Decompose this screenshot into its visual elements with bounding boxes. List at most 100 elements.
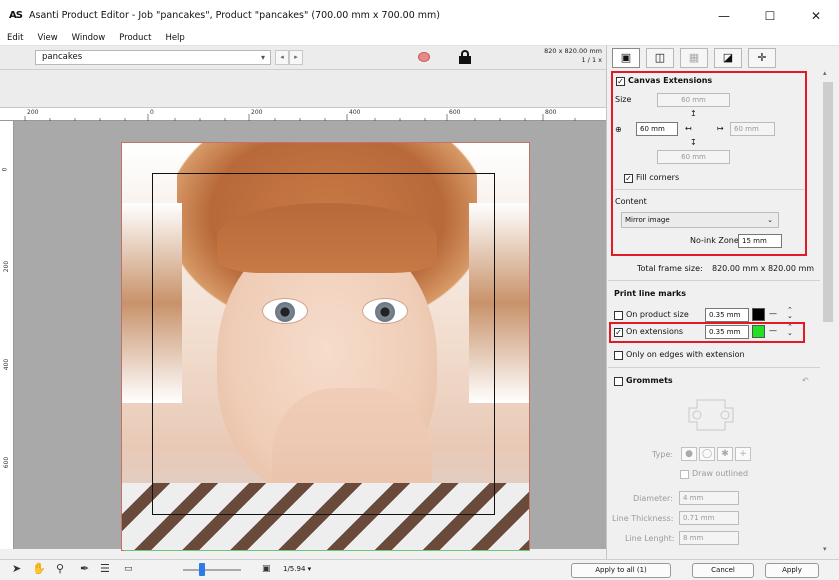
window-title: Asanti Product Editor - Job "pancakes", …: [29, 10, 441, 21]
no-ink-zone-label: No-ink Zone: [690, 236, 739, 245]
menu-window[interactable]: Window: [65, 33, 113, 43]
diameter-field[interactable]: 4 mm: [679, 491, 739, 505]
ruler-ticks: [24, 114, 576, 122]
menu-edit[interactable]: Edit: [0, 33, 30, 43]
vertical-ruler: 0 200 400 600: [0, 121, 14, 549]
scroll-down-icon[interactable]: ▾: [823, 545, 827, 553]
panel-scroll-thumb[interactable]: [823, 82, 833, 322]
reset-icon[interactable]: ↶: [802, 376, 809, 385]
arrow-up-icon: ↥: [690, 109, 697, 118]
hand-icon[interactable]: ✋: [32, 562, 46, 575]
tab-grid-icon[interactable]: ▦: [680, 48, 708, 68]
apply-button[interactable]: Apply: [765, 563, 819, 578]
fill-corners-label: Fill corners: [636, 173, 680, 182]
grommets-checkbox[interactable]: [614, 377, 623, 386]
divider: [608, 280, 820, 281]
total-frame-label: Total frame size:: [637, 264, 703, 273]
no-ink-zone-field[interactable]: 15 mm: [738, 234, 782, 248]
sliders-icon[interactable]: ☰: [100, 562, 110, 575]
cancel-button[interactable]: Cancel: [692, 563, 754, 578]
line-thickness-field[interactable]: 0.71 mm: [679, 511, 739, 525]
divider: [614, 189, 804, 190]
zoom-value[interactable]: 1/5.94 ▾: [283, 565, 311, 573]
tab-color-icon[interactable]: ◪: [714, 48, 742, 68]
extension-right-field[interactable]: 60 mm: [730, 122, 775, 136]
fill-corners-checkbox[interactable]: ✓: [624, 174, 633, 183]
extension-left-field[interactable]: 60 mm: [636, 122, 678, 136]
on-extensions-checkbox[interactable]: ✓: [614, 328, 623, 337]
scroll-up-icon[interactable]: ▴: [823, 69, 827, 77]
menu-help[interactable]: Help: [158, 33, 191, 43]
extension-top-field[interactable]: 60 mm: [657, 93, 730, 107]
chevron-down-icon: ▾: [260, 53, 265, 62]
job-select-value: pancakes: [42, 52, 83, 62]
arrow-right-icon: ↦: [717, 124, 724, 133]
small-image-icon[interactable]: ▭: [124, 564, 133, 574]
grommet-type-filled-circle-icon[interactable]: ●: [681, 447, 697, 461]
on-extensions-thickness[interactable]: 0.35 mm: [705, 325, 749, 339]
previous-button[interactable]: ◂: [275, 50, 289, 65]
canvas-extensions-checkbox[interactable]: ✓: [616, 77, 625, 86]
title-bar: AS Asanti Product Editor - Job "pancakes…: [0, 0, 839, 31]
grommet-type-ring-icon[interactable]: ◯: [699, 447, 715, 461]
close-button[interactable]: ✕: [793, 0, 839, 31]
pointer-icon[interactable]: ➤: [12, 562, 21, 575]
grommet-type-dot-icon[interactable]: ✱: [717, 447, 733, 461]
content-select[interactable]: Mirror image ⌄: [621, 212, 779, 228]
horizontal-ruler: 200 0 200 400 600 800: [0, 107, 606, 122]
draw-outlined-checkbox[interactable]: [680, 470, 689, 479]
zoom-icon[interactable]: ⚲: [56, 562, 64, 575]
grommets-label: Grommets: [626, 376, 673, 385]
on-product-size-label: On product size: [626, 310, 689, 319]
eyedropper-icon[interactable]: ✒: [80, 562, 89, 575]
next-button[interactable]: ▸: [289, 50, 303, 65]
type-label: Type:: [652, 450, 674, 459]
print-line-marks-label: Print line marks: [614, 289, 687, 298]
draw-outlined-label: Draw outlined: [692, 469, 749, 478]
grommet-type-plus-icon[interactable]: +: [735, 447, 751, 461]
line-length-label: Line Lenght:: [625, 534, 675, 543]
menu-bar: Edit View Window Product Help: [0, 31, 839, 46]
size-label: Size: [615, 95, 632, 104]
content-select-value: Mirror image: [625, 216, 670, 224]
link-all-icon[interactable]: ⊕: [615, 125, 622, 134]
on-extensions-label: On extensions: [626, 327, 684, 336]
tab-crosshair-icon[interactable]: ✛: [748, 48, 776, 68]
extension-bottom-field[interactable]: 60 mm: [657, 150, 730, 164]
only-edges-label: Only on edges with extension: [626, 350, 745, 359]
lock-icon[interactable]: [459, 50, 471, 64]
app-logo-icon: AS: [9, 10, 23, 21]
minimize-button[interactable]: —: [701, 0, 747, 31]
extension-line-mark: [124, 550, 530, 551]
arrow-down-icon: ↧: [690, 138, 697, 147]
extensions-color-swatch[interactable]: [752, 325, 765, 338]
line-style-icon[interactable]: —: [769, 309, 777, 318]
zoom-slider[interactable]: [183, 569, 241, 571]
canvas-extensions-label: Canvas Extensions: [628, 76, 713, 85]
on-product-size-checkbox[interactable]: [614, 311, 623, 320]
canvas-margin: [0, 70, 606, 107]
apply-to-all-button[interactable]: Apply to all (1): [571, 563, 671, 578]
record-icon[interactable]: [418, 52, 430, 62]
menu-product[interactable]: Product: [112, 33, 158, 43]
only-edges-checkbox[interactable]: [614, 351, 623, 360]
content-label: Content: [615, 197, 647, 206]
large-image-icon[interactable]: ▣: [262, 564, 271, 574]
line-length-field[interactable]: 8 mm: [679, 531, 739, 545]
menu-view[interactable]: View: [30, 33, 64, 43]
product-size-color-swatch[interactable]: [752, 308, 765, 321]
zoom-slider-thumb[interactable]: [199, 563, 205, 576]
diameter-label: Diameter:: [633, 494, 673, 503]
grommet-preview: [683, 392, 739, 438]
job-select[interactable]: pancakes ▾: [35, 50, 271, 65]
line-thickness-label: Line Thickness:: [612, 514, 674, 523]
size-readout: 820 x 820.00 mm 1 / 1 x: [544, 47, 602, 64]
tab-image-icon[interactable]: ▣: [612, 48, 640, 68]
on-product-size-thickness[interactable]: 0.35 mm: [705, 308, 749, 322]
product-size-frame: [152, 173, 495, 515]
line-style-icon[interactable]: —: [769, 326, 777, 335]
spinner-icon[interactable]: ⌃ ⌄: [787, 307, 793, 320]
tab-layout-icon[interactable]: ◫: [646, 48, 674, 68]
spinner-icon[interactable]: ⌃ ⌄: [787, 324, 793, 337]
maximize-button[interactable]: ☐: [747, 0, 793, 31]
